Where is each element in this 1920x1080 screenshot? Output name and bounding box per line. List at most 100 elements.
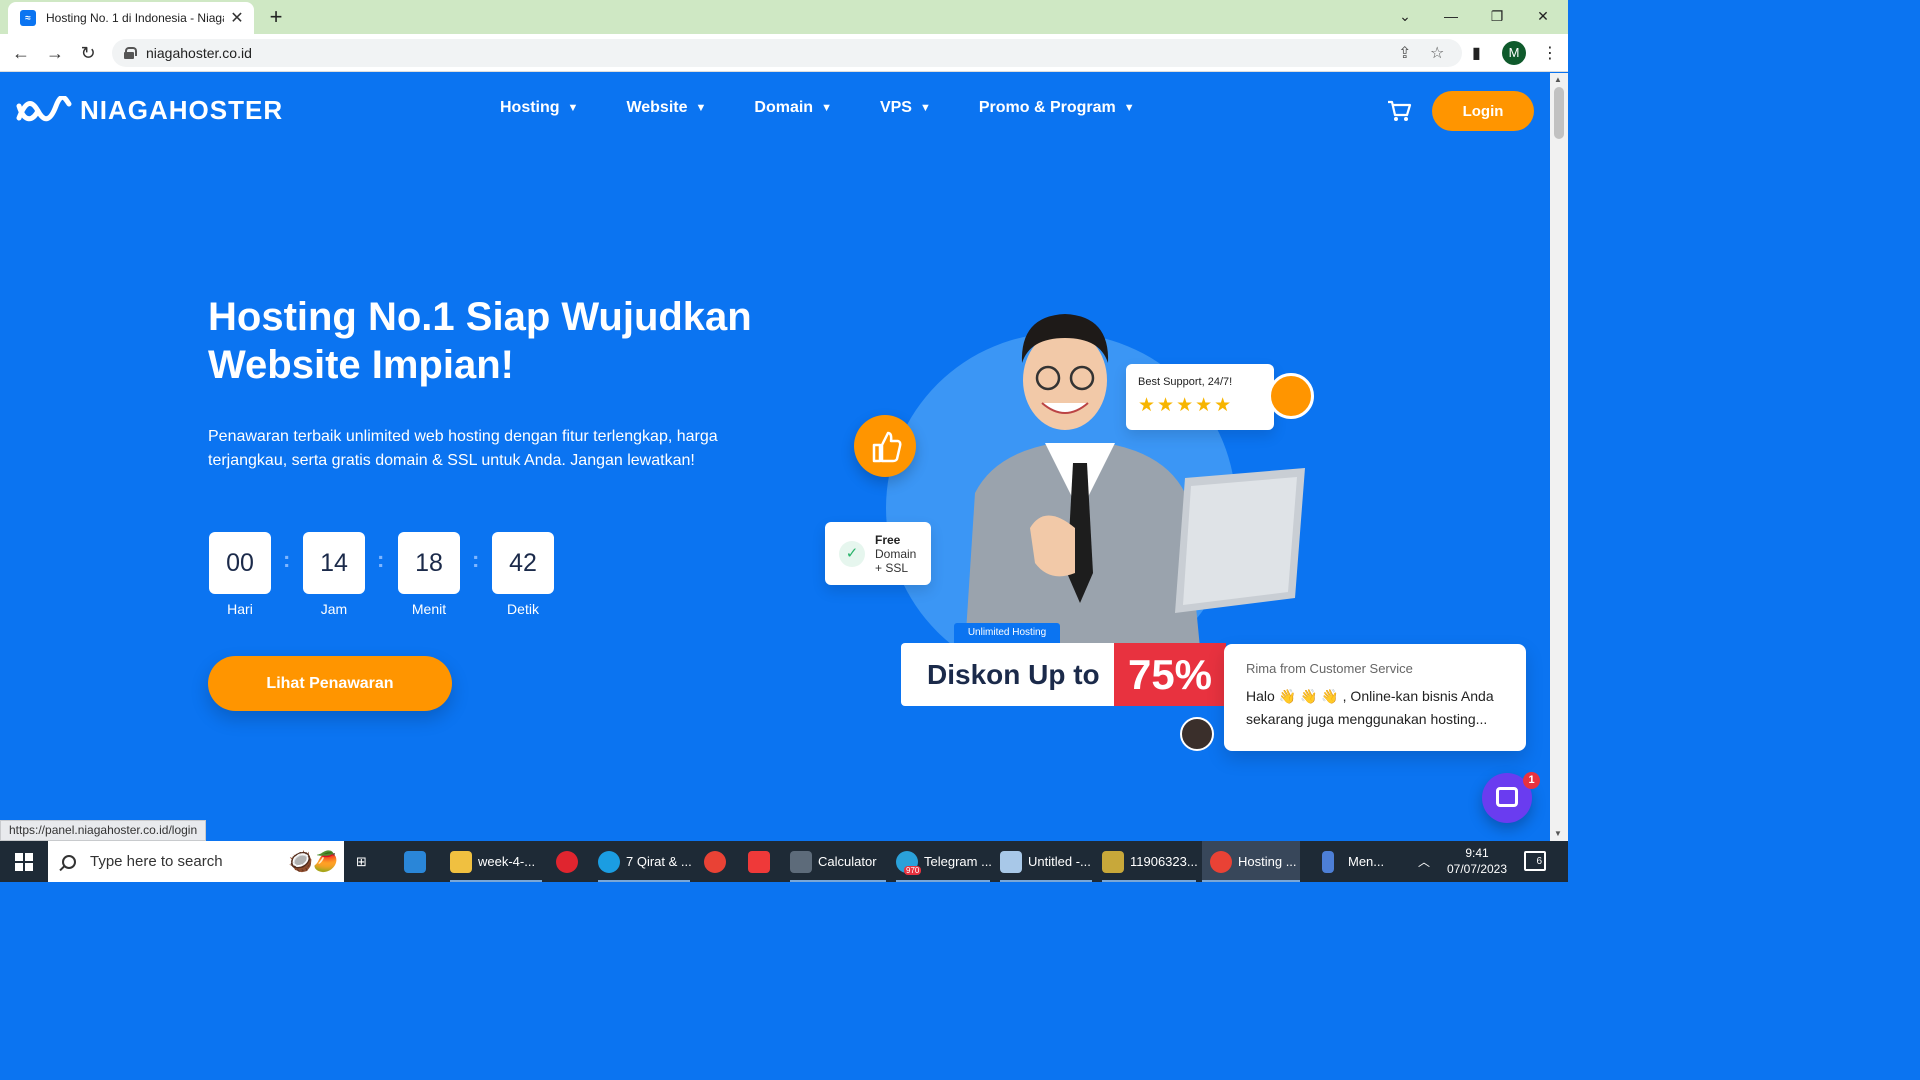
- search-placeholder: Type here to search: [90, 853, 223, 870]
- countdown-days-label: Hari: [227, 601, 253, 617]
- forward-arrow-icon[interactable]: →: [42, 41, 68, 65]
- login-button[interactable]: Login: [1432, 91, 1534, 131]
- taskbar-item-label: week-4-...: [478, 854, 536, 869]
- nav-item-promo[interactable]: Promo & Program ▼: [979, 99, 1135, 117]
- taskbar-item-telegram[interactable]: Telegram ... 970: [896, 841, 992, 882]
- back-arrow-icon[interactable]: ←: [8, 41, 34, 65]
- browser-toolbar: ← → ↻ niagahoster.co.id ⇪ ☆ ▮ M ⋮: [0, 34, 1568, 72]
- taskbar-item-calculator[interactable]: Calculator: [790, 841, 886, 882]
- tab-close-icon[interactable]: ✕: [228, 8, 246, 28]
- notepad-icon: [1000, 850, 1022, 873]
- active-indicator: [598, 880, 690, 882]
- active-indicator: [1102, 880, 1196, 882]
- nav-item-hosting[interactable]: Hosting ▼: [500, 99, 578, 117]
- taskbar-item-edge[interactable]: 7 Qirat & ...: [598, 841, 692, 882]
- chat-bubble-icon: [1496, 787, 1518, 807]
- thumbs-up-icon: [854, 415, 916, 477]
- niagahoster-logo-icon: [16, 95, 72, 121]
- main-navigation: Hosting ▼ Website ▼ Domain ▼ VPS ▼ Promo…: [500, 99, 1135, 117]
- scrollbar-thumb[interactable]: [1554, 87, 1564, 139]
- minimize-button[interactable]: —: [1428, 4, 1474, 28]
- taskbar-item-label: Men...: [1348, 854, 1385, 869]
- windows-taskbar: Type here to search 🥥🥭 ⊞ week-4-... 7 Qi…: [0, 841, 1568, 882]
- free-domain-text: Free Domain + SSL: [875, 533, 916, 575]
- countdown-minutes: 18: [398, 532, 460, 594]
- close-window-button[interactable]: ✕: [1520, 4, 1566, 28]
- profile-avatar[interactable]: M: [1502, 41, 1526, 65]
- search-highlight-fruit-icon: 🥥🥭: [288, 851, 338, 873]
- tray-overflow-chevron-icon[interactable]: ︿: [1418, 841, 1430, 882]
- share-icon[interactable]: ⇪: [1398, 43, 1411, 63]
- nav-item-label: Hosting: [500, 99, 560, 116]
- opera-button[interactable]: [556, 841, 584, 882]
- address-bar[interactable]: niagahoster.co.id ⇪ ☆: [112, 39, 1462, 67]
- clock-time: 9:41: [1465, 846, 1489, 860]
- page-scrollbar[interactable]: ▲ ▼: [1550, 73, 1568, 841]
- url-text[interactable]: niagahoster.co.id: [146, 45, 252, 61]
- chat-sender: Rima from Customer Service: [1246, 661, 1413, 676]
- businessman-head-illustration: [1021, 314, 1109, 430]
- status-bar-url: https://panel.niagahoster.co.id/login: [0, 820, 207, 841]
- nav-item-vps[interactable]: VPS ▼: [880, 99, 931, 117]
- lock-icon[interactable]: [124, 47, 137, 59]
- taskbar-item-week4[interactable]: week-4-...: [450, 841, 542, 882]
- chrome-button[interactable]: [704, 841, 732, 882]
- nav-item-domain[interactable]: Domain ▼: [754, 99, 832, 117]
- countdown-minutes-label: Menit: [411, 601, 447, 617]
- tab-search-chevron-icon[interactable]: ⌄: [1382, 4, 1428, 28]
- browser-menu-icon[interactable]: ⋮: [1542, 43, 1558, 63]
- task-view-icon[interactable]: ⊞: [356, 841, 380, 882]
- clock-date: 07/07/2023: [1446, 862, 1508, 876]
- active-indicator: [1202, 880, 1300, 882]
- vivaldi-button[interactable]: [748, 841, 776, 882]
- browser-tab-active[interactable]: ≈ Hosting No. 1 di Indonesia - Niagahost…: [8, 2, 254, 34]
- countdown-separator: :: [283, 547, 291, 572]
- free-line2: Domain: [875, 546, 917, 561]
- chat-agent-avatar: [1180, 717, 1214, 751]
- side-panel-icon[interactable]: ▮: [1472, 43, 1481, 63]
- folder-icon: [450, 850, 472, 873]
- chat-preview-popup[interactable]: Rima from Customer Service Halo 👋 👋 👋 , …: [1224, 644, 1526, 751]
- taskbar-item-label: 7 Qirat & ...: [626, 854, 692, 869]
- nav-item-website[interactable]: Website ▼: [626, 99, 706, 117]
- bookmark-star-icon[interactable]: ☆: [1430, 43, 1444, 63]
- support-badge-card: Best Support, 24/7! ★★★★★: [1126, 364, 1274, 430]
- web-page: NIAGAHOSTER Hosting ▼ Website ▼ Domain ▼…: [0, 73, 1550, 841]
- opera-icon: [556, 850, 578, 873]
- nav-item-label: Website: [626, 99, 688, 116]
- niagahoster-favicon-icon: ≈: [20, 10, 36, 26]
- nav-item-label: Domain: [754, 99, 814, 116]
- caret-down-icon: ▼: [1123, 102, 1135, 114]
- taskbar-item-hosting-chrome[interactable]: Hosting ...: [1202, 841, 1300, 882]
- countdown-separator: :: [377, 547, 385, 572]
- discount-banner-text: Diskon Up to: [901, 643, 1114, 706]
- reload-icon[interactable]: ↻: [75, 41, 101, 65]
- lihat-penawaran-button[interactable]: Lihat Penawaran: [208, 656, 452, 711]
- chat-unread-badge: 1: [1523, 772, 1540, 789]
- free-domain-ssl-card: ✓ Free Domain + SSL: [825, 522, 931, 585]
- cart-icon[interactable]: [1386, 99, 1412, 123]
- new-tab-button[interactable]: +: [262, 4, 290, 30]
- image-viewer-icon: [1102, 850, 1124, 873]
- check-icon: ✓: [839, 540, 865, 567]
- niagahoster-logo[interactable]: NIAGAHOSTER: [16, 95, 283, 126]
- start-button[interactable]: [0, 841, 48, 882]
- free-line1: Free: [875, 532, 901, 547]
- system-clock[interactable]: 9:41 07/07/2023: [1444, 845, 1510, 877]
- taskbar-item-image[interactable]: 11906323...: [1102, 841, 1198, 882]
- taskbar-item-label: Untitled -...: [1028, 854, 1091, 869]
- restore-button[interactable]: ❐: [1474, 4, 1520, 28]
- scroll-up-arrow-icon[interactable]: ▲: [1554, 75, 1562, 84]
- notification-center-icon[interactable]: 6: [1524, 851, 1546, 871]
- countdown-seconds: 42: [492, 532, 554, 594]
- taskbar-item-untitled[interactable]: Untitled -...: [1000, 841, 1092, 882]
- mail-icon: [404, 850, 426, 873]
- hero-title: Hosting No.1 Siap Wujudkan Website Impia…: [208, 295, 752, 387]
- countdown-separator: :: [472, 547, 480, 572]
- support-title: Best Support, 24/7!: [1138, 376, 1233, 388]
- countdown-hours: 14: [303, 532, 365, 594]
- scroll-down-arrow-icon[interactable]: ▼: [1554, 829, 1562, 838]
- mail-app-button[interactable]: [404, 841, 432, 882]
- taskbar-search-box[interactable]: Type here to search 🥥🥭: [48, 841, 344, 882]
- taskbar-item-menu[interactable]: Men...: [1322, 841, 1402, 882]
